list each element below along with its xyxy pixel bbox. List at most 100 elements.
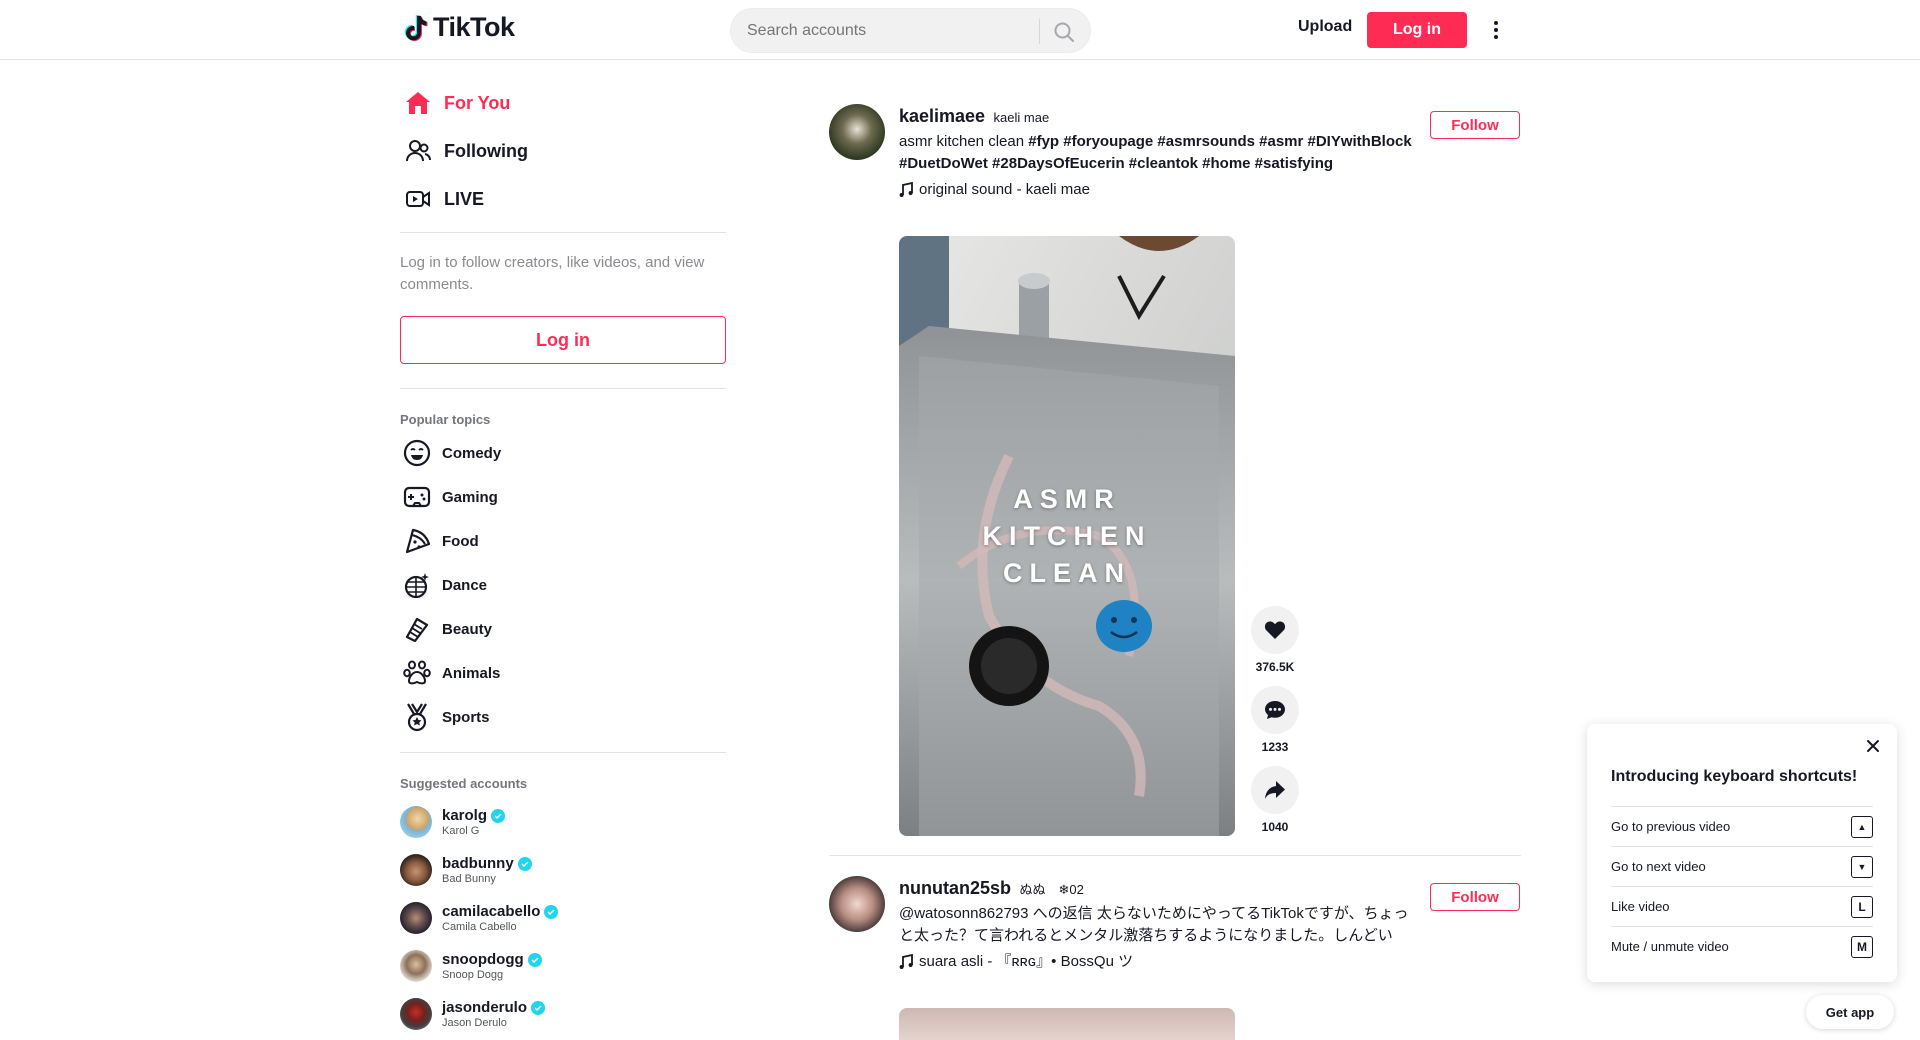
video-actions: 376.5K 1233 1040 xyxy=(1251,606,1299,840)
upload-button[interactable]: Upload xyxy=(1298,18,1352,36)
topic-comedy[interactable]: Comedy xyxy=(402,436,501,470)
users-icon xyxy=(404,137,432,165)
account-display-name: Jason Derulo xyxy=(442,1017,507,1029)
suggested-account[interactable]: jasonderulo Jason Derulo xyxy=(400,994,546,1034)
sidebar: For You Following LIVE Log in to follow … xyxy=(400,60,726,1040)
search-bar xyxy=(730,8,1091,53)
avatar xyxy=(400,854,432,886)
account-username: badbunny xyxy=(442,855,514,872)
post-sound[interactable]: suara asli - 『ʀʀɢ』• BossQu ツ xyxy=(899,951,1419,973)
feed-post: nunutan25sb ぬぬ ❄02 @watosonn862793 への返信 … xyxy=(829,876,1521,1040)
topic-label: Beauty xyxy=(442,620,493,638)
key-up-icon: ▲ xyxy=(1851,815,1873,838)
video-player[interactable]: ASMR KITCHEN CLEAN xyxy=(899,236,1235,836)
post-sound[interactable]: original sound - kaeli mae xyxy=(899,179,1419,201)
sidebar-divider xyxy=(400,752,726,753)
post-avatar[interactable] xyxy=(829,104,885,160)
shortcut-row: Like video L xyxy=(1611,886,1873,926)
follow-button[interactable]: Follow xyxy=(1430,883,1520,911)
nav-label-for-you: For You xyxy=(444,92,511,113)
topic-label: Sports xyxy=(442,708,490,726)
topic-label: Animals xyxy=(442,664,501,682)
comment-icon xyxy=(1265,701,1285,719)
disco-ball-icon xyxy=(402,570,432,600)
post-desc-text: asmr kitchen clean xyxy=(899,133,1025,150)
sidebar-divider xyxy=(400,388,726,389)
avatar xyxy=(400,902,432,934)
login-button-sidebar[interactable]: Log in xyxy=(400,316,726,364)
pizza-icon xyxy=(402,526,432,556)
topic-gaming[interactable]: Gaming xyxy=(402,480,498,514)
close-icon[interactable] xyxy=(1865,738,1881,754)
key-l-icon: L xyxy=(1851,895,1873,918)
like-count: 376.5K xyxy=(1255,660,1295,674)
post-avatar[interactable] xyxy=(829,876,885,932)
medal-icon xyxy=(402,702,432,732)
get-app-button[interactable]: Get app xyxy=(1806,995,1894,1029)
live-icon xyxy=(404,185,432,213)
suggested-account[interactable]: camilacabello Camila Cabello xyxy=(400,898,559,938)
video-player[interactable] xyxy=(899,1008,1235,1040)
heart-icon xyxy=(1264,621,1286,639)
topic-label: Comedy xyxy=(442,444,502,462)
popup-title: Introducing keyboard shortcuts! xyxy=(1611,768,1858,785)
nav-label-live: LIVE xyxy=(444,188,485,209)
account-username: snoopdogg xyxy=(442,951,524,968)
shortcut-row: Go to previous video ▲ xyxy=(1611,806,1873,846)
suggested-account[interactable]: karolg Karol G xyxy=(400,802,506,842)
topic-label: Dance xyxy=(442,576,488,594)
comment-button[interactable] xyxy=(1251,686,1299,734)
tiktok-logo[interactable]: TikTok xyxy=(403,12,515,43)
nav-following[interactable]: Following xyxy=(404,131,528,171)
feed-post: kaelimaee kaeli mae asmr kitchen clean #… xyxy=(829,104,1521,844)
account-username: camilacabello xyxy=(442,903,541,920)
more-options-icon[interactable] xyxy=(1486,16,1506,44)
account-display-name: Karol G xyxy=(442,825,480,837)
topic-beauty[interactable]: Beauty xyxy=(402,612,492,646)
post-username[interactable]: nunutan25sb xyxy=(899,878,1011,898)
shortcut-row: Mute / unmute video M xyxy=(1611,926,1873,966)
verified-badge-icon xyxy=(531,1000,546,1015)
account-display-name: Camila Cabello xyxy=(442,921,517,933)
post-description: @watosonn862793 への返信 太らないためにやってるTikTokです… xyxy=(899,905,1409,944)
music-note-icon xyxy=(899,954,913,969)
suggested-account[interactable]: snoopdogg Snoop Dogg xyxy=(400,946,542,986)
shortcut-row: Go to next video ▼ xyxy=(1611,846,1873,886)
search-icon xyxy=(1054,22,1074,42)
top-header: TikTok Upload Log in xyxy=(0,0,1920,60)
verified-badge-icon xyxy=(491,808,506,823)
search-divider xyxy=(1039,19,1040,44)
key-down-icon: ▼ xyxy=(1851,855,1873,878)
home-icon xyxy=(404,89,432,117)
post-description: asmr kitchen clean #fyp #foryoupage #asm… xyxy=(899,131,1419,175)
sidebar-divider xyxy=(400,232,726,233)
keyboard-shortcuts-popup: Introducing keyboard shortcuts! Go to pr… xyxy=(1587,724,1897,982)
account-username: jasonderulo xyxy=(442,999,528,1016)
nav-live[interactable]: LIVE xyxy=(404,179,484,219)
tiktok-note-icon xyxy=(404,14,428,41)
suggested-account[interactable]: badbunny Bad Bunny xyxy=(400,850,532,890)
search-input[interactable] xyxy=(747,9,1037,52)
share-button[interactable] xyxy=(1251,766,1299,814)
topic-food[interactable]: Food xyxy=(402,524,479,558)
post-separator xyxy=(829,855,1521,856)
laugh-face-icon xyxy=(402,438,432,468)
topic-dance[interactable]: Dance xyxy=(402,568,487,602)
post-username[interactable]: kaelimaee xyxy=(899,106,985,126)
like-button[interactable] xyxy=(1251,606,1299,654)
popular-topics-title: Popular topics xyxy=(400,412,491,427)
account-display-name: Bad Bunny xyxy=(442,873,496,885)
topic-label: Food xyxy=(442,532,479,550)
verified-badge-icon xyxy=(517,856,532,871)
nav-for-you[interactable]: For You xyxy=(404,83,510,123)
login-button-header[interactable]: Log in xyxy=(1367,12,1467,48)
topic-sports[interactable]: Sports xyxy=(402,700,490,734)
sound-label: suara asli - 『ʀʀɢ』• BossQu ツ xyxy=(919,953,1134,970)
topic-animals[interactable]: Animals xyxy=(402,656,500,690)
follow-button[interactable]: Follow xyxy=(1430,111,1520,139)
post-nickname: ぬぬ ❄02 xyxy=(1019,882,1084,897)
search-button[interactable] xyxy=(1049,17,1079,47)
music-note-icon xyxy=(899,182,913,197)
nav-label-following: Following xyxy=(444,140,528,161)
key-m-icon: M xyxy=(1851,935,1873,958)
